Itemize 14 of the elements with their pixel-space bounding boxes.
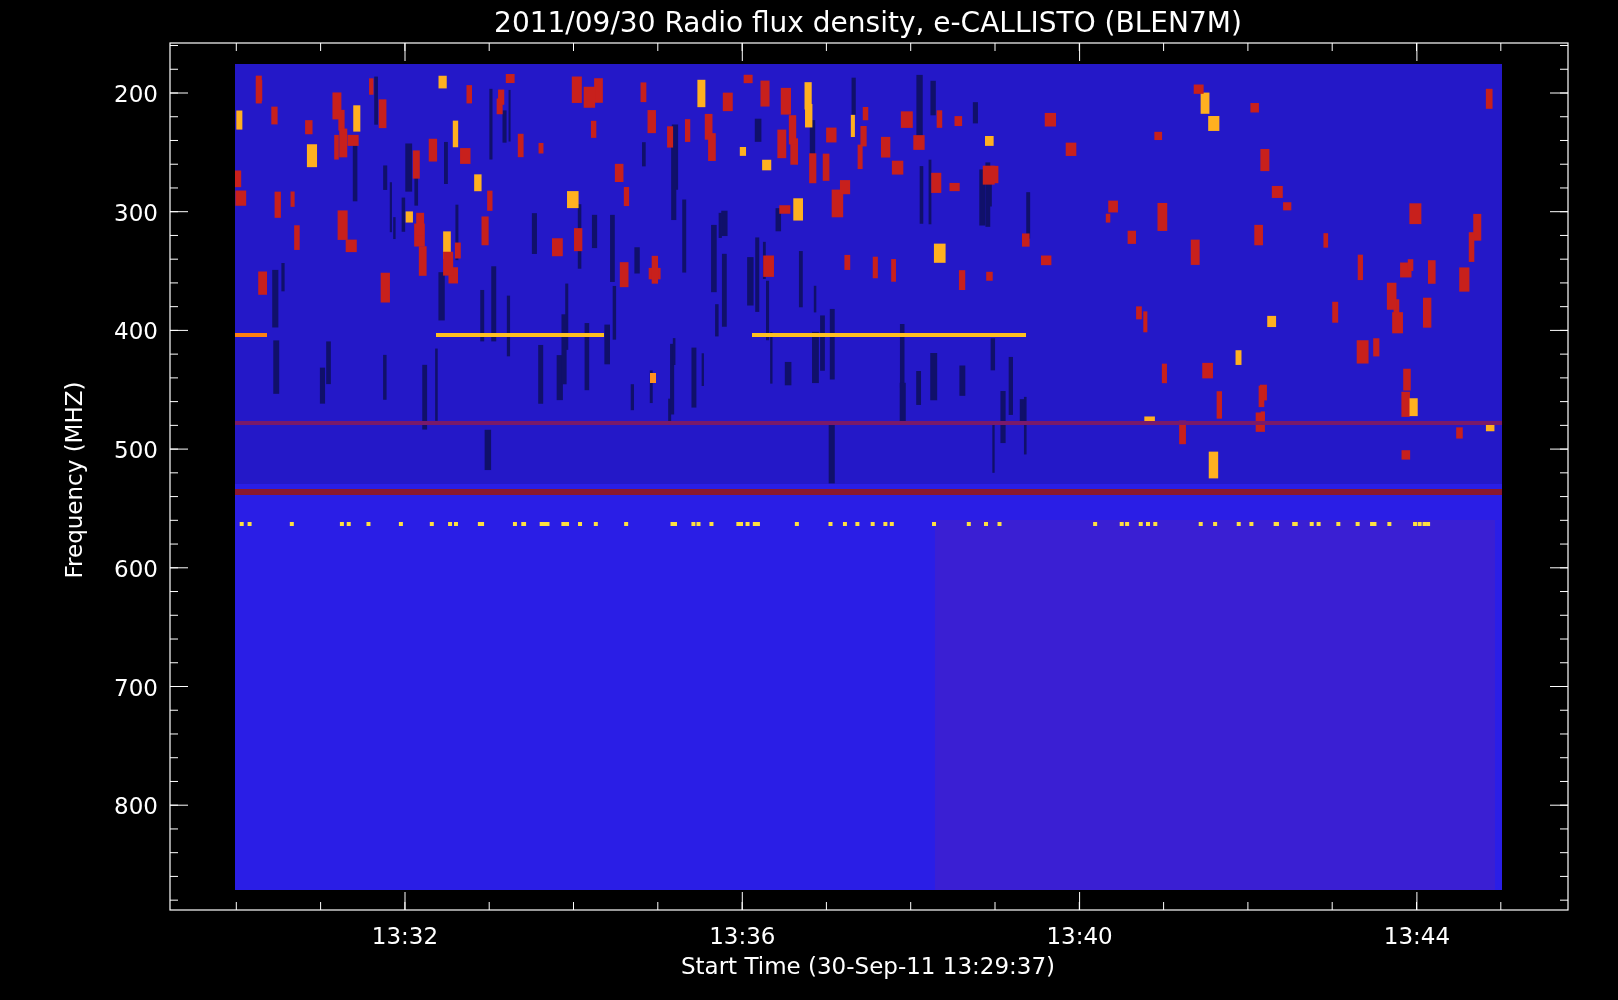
y-tick-label: 400 <box>114 318 158 345</box>
y-tick-label: 200 <box>114 81 158 107</box>
x-axis-label: Start Time (30-Sep-11 13:29:37) <box>680 953 1056 979</box>
chart-title: 2011/09/30 Radio flux density, e-CALLISTO (BLEN7M) <box>494 6 1242 39</box>
x-tick-label: 13:32 <box>371 923 439 949</box>
y-tick-label: 300 <box>114 199 158 226</box>
y-axis-label: Frequency (MHZ) <box>61 381 87 579</box>
y-tick-label: 600 <box>114 555 158 582</box>
x-tick-label: 13:36 <box>709 923 776 949</box>
x-tick-label: 13:44 <box>1383 923 1451 949</box>
x-tick-label: 13:40 <box>1046 923 1113 949</box>
y-tick-label: 500 <box>114 437 158 464</box>
y-tick-label: 800 <box>114 793 158 820</box>
y-tick-label: 700 <box>114 674 158 701</box>
